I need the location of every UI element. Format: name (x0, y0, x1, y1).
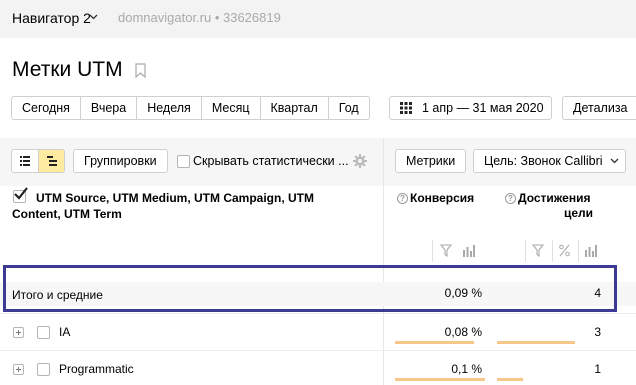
list-icon (20, 156, 30, 166)
chevron-down-icon (610, 158, 619, 164)
page-title: Метки UTM (12, 58, 123, 81)
highlight-annotation (3, 265, 617, 312)
percent-icon[interactable] (559, 244, 570, 257)
control-divider (552, 240, 553, 262)
help-icon[interactable]: ? (505, 193, 516, 204)
row-divider (0, 350, 636, 351)
filter-icon[interactable] (440, 244, 452, 257)
goal-label: Цель: Звонок Callibri (484, 154, 603, 168)
goals-bar (497, 378, 523, 381)
period-yesterday[interactable]: Вчера (81, 97, 138, 119)
column-divider (383, 138, 384, 385)
goal-selector[interactable]: Цель: Звонок Callibri (473, 149, 626, 173)
view-tree-button[interactable] (38, 150, 64, 172)
period-week[interactable]: Неделя (137, 97, 202, 119)
bar-chart-icon[interactable] (463, 244, 475, 257)
control-divider (432, 240, 433, 262)
metric-goals-header-line2: цели (564, 206, 594, 220)
filter-icon[interactable] (532, 244, 544, 257)
view-list-button[interactable] (12, 150, 38, 172)
counter-selector[interactable]: Навигатор 2 (12, 10, 91, 26)
help-icon[interactable]: ? (397, 193, 408, 204)
chevron-down-icon[interactable] (89, 12, 98, 21)
row-goals: 1 (594, 362, 601, 376)
expand-row-button[interactable] (13, 327, 24, 338)
period-selector: Сегодня Вчера Неделя Месяц Квартал Год (11, 96, 370, 120)
period-year[interactable]: Год (329, 97, 369, 119)
row-conversion: 0,08 % (444, 325, 482, 339)
row-conversion: 0,1 % (451, 362, 482, 376)
period-month[interactable]: Месяц (202, 97, 261, 119)
hide-stats-checkbox[interactable] (177, 155, 190, 168)
detail-label: Детализа (573, 101, 628, 115)
bar-chart-icon[interactable] (585, 244, 597, 257)
row-label[interactable]: Programmatic (59, 362, 134, 376)
detail-button[interactable]: Детализа (562, 96, 636, 120)
counter-meta: domnavigator.ru • 33626819 (118, 10, 281, 25)
calendar-icon (400, 102, 412, 114)
dimensions-checkbox[interactable] (13, 187, 28, 203)
control-divider (578, 240, 579, 262)
expand-row-button[interactable] (13, 364, 24, 375)
conversion-bar (395, 378, 485, 381)
row-label[interactable]: IA (59, 325, 70, 339)
tree-icon (47, 156, 57, 166)
date-range-button[interactable]: 1 апр — 31 мая 2020 (389, 96, 552, 120)
metrics-button[interactable]: Метрики (395, 149, 467, 173)
dimensions-header[interactable]: UTM Source, UTM Medium, UTM Campaign, UT… (12, 190, 362, 222)
row-divider (0, 313, 636, 314)
period-today[interactable]: Сегодня (12, 97, 81, 119)
control-divider (525, 240, 526, 262)
gear-icon[interactable] (353, 154, 367, 168)
bookmark-icon[interactable] (135, 63, 146, 78)
metric-conversion-header[interactable]: Конверсия (410, 191, 474, 206)
groupings-button[interactable]: Группировки (73, 149, 168, 173)
hide-stats-label[interactable]: Скрывать статистически ... (193, 154, 349, 168)
row-goals: 3 (594, 325, 601, 339)
row-checkbox[interactable] (37, 326, 50, 339)
conversion-bar (395, 341, 474, 344)
row-checkbox[interactable] (37, 363, 50, 376)
metric-goals-header-line1[interactable]: Достижения (518, 191, 590, 206)
checkmark-icon (14, 187, 28, 200)
period-quarter[interactable]: Квартал (261, 97, 329, 119)
date-range-label: 1 апр — 31 мая 2020 (422, 101, 544, 115)
goals-bar (497, 341, 575, 344)
view-toggle (11, 149, 65, 173)
